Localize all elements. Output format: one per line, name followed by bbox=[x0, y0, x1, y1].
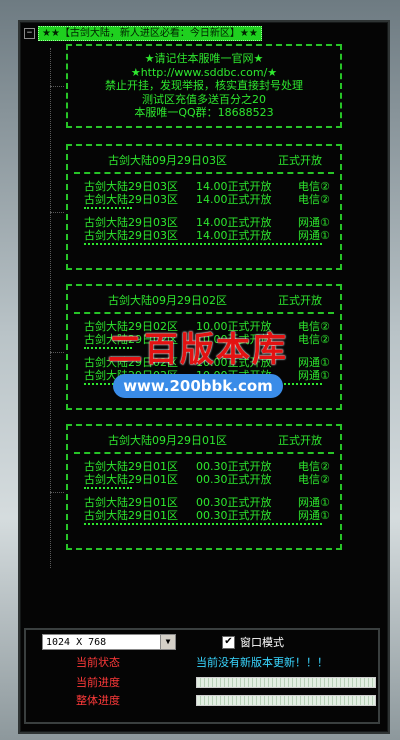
current-progress-bar bbox=[196, 677, 376, 688]
notice-line: ★请记住本服唯一官网★ bbox=[144, 52, 264, 65]
status-label: 当前状态 bbox=[76, 656, 120, 669]
row-line: 电信② bbox=[298, 320, 330, 333]
row-name: 古剑大陆29日03区 bbox=[84, 216, 178, 229]
server-status: 正式开放 bbox=[278, 294, 322, 307]
tree-connector bbox=[50, 48, 51, 568]
row-name: 古剑大陆29日01区 bbox=[84, 496, 178, 509]
tree-title[interactable]: ★★【古剑大陆，新人进区必看：今日新区】★★ bbox=[38, 25, 262, 41]
row-time: 00.30正式开放 bbox=[196, 473, 272, 486]
resolution-value: 1024 X 768 bbox=[46, 637, 107, 648]
total-progress-label: 整体进度 bbox=[76, 694, 120, 707]
row-line: 网通① bbox=[298, 509, 330, 522]
row-name: 古剑大陆29日03区 bbox=[84, 229, 178, 242]
row-name: 古剑大陆29日01区 bbox=[84, 460, 178, 473]
notice-line: 测试区充值多送百分之20 bbox=[142, 92, 266, 106]
list-item[interactable]: 古剑大陆29日03区 14.00正式开放 电信② bbox=[68, 193, 340, 206]
row-name: 古剑大陆29日01区 bbox=[84, 473, 178, 486]
notice-line: 本服唯一QQ群：18688523 bbox=[134, 106, 274, 119]
row-time: 14.00正式开放 bbox=[196, 229, 272, 242]
row-time: 00.30正式开放 bbox=[196, 509, 272, 522]
server-status: 正式开放 bbox=[278, 434, 322, 447]
notice-line: 禁止开挂，发现举报，核实直接封号处理 bbox=[105, 79, 303, 92]
watermark-brand: 二百版本库 bbox=[108, 330, 288, 370]
row-name: 古剑大陆29日03区 bbox=[84, 180, 178, 193]
row-time: 14.00正式开放 bbox=[196, 193, 272, 206]
server-panel-03[interactable]: 古剑大陆09月29日03区 正式开放 古剑大陆29日03区 14.00正式开放 电信… bbox=[66, 144, 342, 270]
window-mode-checkbox[interactable]: ✔ bbox=[222, 636, 235, 649]
row-line: 电信② bbox=[298, 460, 330, 473]
row-line: 网通① bbox=[298, 216, 330, 229]
list-item[interactable]: 古剑大陆29日03区 14.00正式开放 网通① bbox=[68, 229, 340, 242]
list-item[interactable]: 古剑大陆29日01区 00.30正式开放 网通① bbox=[68, 509, 340, 522]
launcher-controls: 1024 X 768 ▼ ✔ 窗口模式 当前状态 当前没有新版本更新！！！ 当前… bbox=[24, 628, 380, 724]
row-line: 网通① bbox=[298, 369, 330, 382]
current-progress-label: 当前进度 bbox=[76, 676, 120, 689]
tree-header: − ★★【古剑大陆，新人进区必看：今日新区】★★ bbox=[24, 25, 262, 41]
row-name: 古剑大陆29日01区 bbox=[84, 509, 178, 522]
collapse-icon[interactable]: − bbox=[24, 27, 35, 39]
tree-branch bbox=[50, 352, 64, 353]
server-status: 正式开放 bbox=[278, 154, 322, 167]
watermark: 二百版本库 www.200bbk.com bbox=[98, 330, 298, 398]
row-line: 电信② bbox=[298, 333, 330, 346]
status-text: 当前没有新版本更新！！！ bbox=[196, 656, 328, 669]
row-line: 网通① bbox=[298, 496, 330, 509]
dotted-separator bbox=[84, 487, 132, 489]
row-line: 网通① bbox=[298, 229, 330, 242]
window-mode-label[interactable]: 窗口模式 bbox=[240, 634, 284, 650]
row-line: 电信② bbox=[298, 473, 330, 486]
server-name: 古剑大陆09月29日01区 bbox=[108, 434, 227, 447]
tree-branch bbox=[50, 86, 64, 87]
row-line: 电信② bbox=[298, 193, 330, 206]
total-progress-bar bbox=[196, 695, 376, 706]
divider bbox=[74, 452, 334, 454]
server-panel-01[interactable]: 古剑大陆09月29日01区 正式开放 古剑大陆29日01区 00.30正式开放 电信… bbox=[66, 424, 342, 550]
row-time: 00.30正式开放 bbox=[196, 496, 272, 509]
notice-panel: ★请记住本服唯一官网★ ★http://www.sddbc.com/★ 禁止开挂… bbox=[66, 44, 342, 128]
dotted-separator bbox=[84, 243, 322, 245]
row-time: 14.00正式开放 bbox=[196, 216, 272, 229]
server-name: 古剑大陆09月29日03区 bbox=[108, 154, 227, 167]
server-name: 古剑大陆09月29日02区 bbox=[108, 294, 227, 307]
list-item[interactable]: 古剑大陆29日01区 00.30正式开放 网通① bbox=[68, 496, 340, 509]
row-line: 电信② bbox=[298, 180, 330, 193]
dotted-separator bbox=[84, 523, 322, 525]
resolution-select[interactable]: 1024 X 768 ▼ bbox=[42, 634, 176, 650]
watermark-url: www.200bbk.com bbox=[113, 374, 283, 398]
list-item[interactable]: 古剑大陆29日01区 00.30正式开放 电信② bbox=[68, 473, 340, 486]
row-time: 14.00正式开放 bbox=[196, 180, 272, 193]
notice-url[interactable]: ★http://www.sddbc.com/★ bbox=[68, 66, 340, 80]
row-time: 00.30正式开放 bbox=[196, 460, 272, 473]
divider bbox=[74, 312, 334, 314]
current-progress-fill bbox=[197, 678, 375, 687]
dotted-separator bbox=[84, 207, 132, 209]
list-item[interactable]: 古剑大陆29日01区 00.30正式开放 电信② bbox=[68, 460, 340, 473]
total-progress-fill bbox=[197, 696, 375, 705]
divider bbox=[74, 172, 334, 174]
list-item[interactable]: 古剑大陆29日03区 14.00正式开放 电信② bbox=[68, 180, 340, 193]
chevron-down-icon[interactable]: ▼ bbox=[160, 635, 175, 649]
row-name: 古剑大陆29日03区 bbox=[84, 193, 178, 206]
tree-branch bbox=[50, 212, 64, 213]
tree-branch bbox=[50, 492, 64, 493]
list-item[interactable]: 古剑大陆29日03区 14.00正式开放 网通① bbox=[68, 216, 340, 229]
row-line: 网通① bbox=[298, 356, 330, 369]
